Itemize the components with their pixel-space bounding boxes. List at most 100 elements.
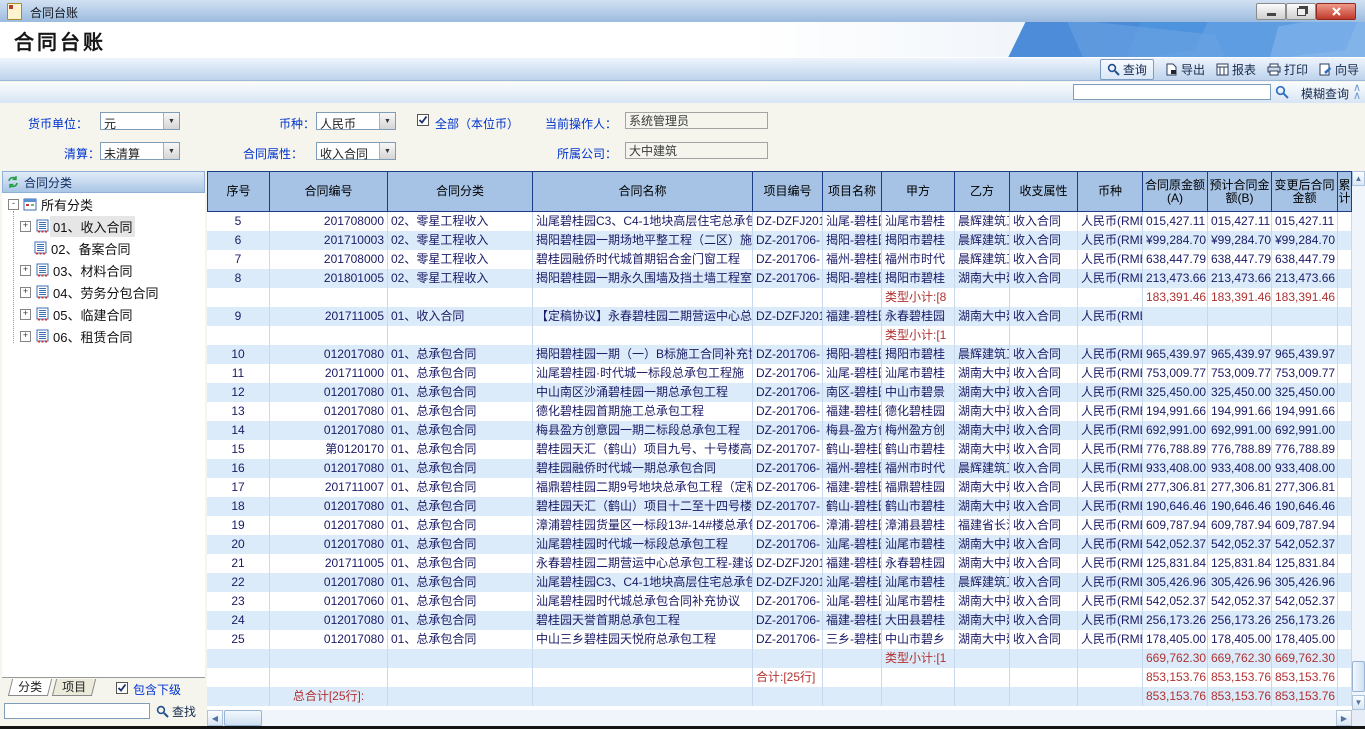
tab-category[interactable]: 分类 — [8, 679, 52, 696]
operator-field[interactable] — [625, 112, 768, 129]
cell-sn — [207, 326, 270, 345]
minimize-button[interactable] — [1256, 3, 1286, 20]
table-row[interactable]: 720170800002、零星工程收入碧桂园融侨时代城首期铝合金门窗工程DZ-2… — [207, 250, 1352, 269]
expand-box-icon[interactable]: + — [20, 265, 31, 276]
column-header[interactable]: 项目名称 — [823, 172, 882, 211]
settle-select[interactable]: 未清算 ▼ — [100, 142, 180, 160]
table-row[interactable]: 520170800002、零星工程收入汕尾碧桂园C3、C4-1地块高层住宅总承包… — [207, 212, 1352, 231]
collapse-panel-icon[interactable]: ∧∧ — [1351, 84, 1363, 100]
include-sublevel-checkbox[interactable] — [116, 682, 128, 694]
table-row[interactable]: 620171000302、零星工程收入揭阳碧桂园一期场地平整工程（二区）施DZ-… — [207, 231, 1352, 250]
table-row[interactable]: 1801201708001、总承包合同碧桂园天汇（鹤山）项目十二至十四号楼DZ-… — [207, 497, 1352, 516]
dropdown-arrow-icon[interactable]: ▼ — [163, 113, 179, 129]
currency-unit-select[interactable]: 元 ▼ — [100, 112, 180, 130]
table-row[interactable]: 2001201708001、总承包合同汕尾碧桂园时代城一标段总承包工程DZ-20… — [207, 535, 1352, 554]
table-row[interactable]: 1120171100001、总承包合同汕尾碧桂园·时代城一标段总承包工程施DZ-… — [207, 364, 1352, 383]
column-header[interactable]: 项目编号 — [753, 172, 823, 211]
table-subtotal-row[interactable]: 类型小计:[8183,391.46183,391.46183,391.46 — [207, 288, 1352, 307]
table-row[interactable]: 15第012017001、总承包合同碧桂园天汇（鹤山）项目九号、十号楼高DZ-2… — [207, 440, 1352, 459]
table-subtotal-row[interactable]: 类型小计:[1669,762.30669,762.30669,762.30 — [207, 649, 1352, 668]
column-header[interactable]: 变更后合同金额 — [1272, 172, 1338, 211]
all-base-currency-checkbox[interactable] — [417, 114, 429, 126]
column-header[interactable]: 合同名称 — [533, 172, 753, 211]
expand-box-icon[interactable]: + — [20, 221, 31, 232]
expand-box-icon[interactable]: + — [20, 331, 31, 342]
cell-pname: 汕尾-碧桂园 — [823, 212, 882, 231]
restore-button[interactable] — [1286, 3, 1316, 20]
collapse-box-icon[interactable]: - — [8, 199, 19, 210]
column-header[interactable]: 合同编号 — [270, 172, 388, 211]
cell-cum — [1338, 497, 1352, 516]
tree-item[interactable]: +04、劳务分包合同 — [2, 281, 205, 303]
expand-box-icon[interactable]: + — [20, 309, 31, 320]
wizard-button[interactable]: 向导 — [1319, 61, 1359, 78]
find-button[interactable]: 查找 — [156, 703, 196, 720]
dropdown-arrow-icon[interactable]: ▼ — [379, 143, 395, 159]
table-row[interactable]: 820180100502、零星工程收入揭阳碧桂园一期永久围墙及挡土墙工程室DZ-… — [207, 269, 1352, 288]
column-header[interactable]: 收支属性 — [1010, 172, 1078, 211]
horizontal-scroll-thumb[interactable] — [224, 710, 262, 726]
cell-cat: 02、零星工程收入 — [388, 212, 533, 231]
contract-attr-select[interactable]: 收入合同 ▼ — [316, 142, 396, 160]
column-header[interactable]: 合同原金额(A) — [1143, 172, 1208, 211]
column-header[interactable]: 乙方 — [955, 172, 1010, 211]
fuzzy-search-button[interactable]: 模糊查询 — [1301, 85, 1349, 102]
column-header[interactable]: 甲方 — [882, 172, 955, 211]
table-row[interactable]: 1720171100701、总承包合同福鼎碧桂园二期9号地块总承包工程（定稿DZ… — [207, 478, 1352, 497]
scroll-down-arrow[interactable]: ▼ — [1352, 695, 1365, 710]
expand-box-icon[interactable]: + — [20, 287, 31, 298]
cell-a: 965,439.97 — [1143, 345, 1208, 364]
vertical-scroll-thumb[interactable] — [1352, 661, 1365, 692]
table-grandtotal-row[interactable]: 总合计[25行]:853,153.76853,153.76853,153.76 — [207, 687, 1352, 706]
table-row[interactable]: 2401201708001、总承包合同碧桂园天誉首期总承包工程DZ-201706… — [207, 611, 1352, 630]
table-row[interactable]: 2501201708001、总承包合同中山三乡碧桂园天悦府总承包工程DZ-201… — [207, 630, 1352, 649]
dropdown-arrow-icon[interactable]: ▼ — [379, 113, 395, 129]
scroll-right-arrow[interactable]: ▶ — [1336, 710, 1352, 726]
column-header[interactable]: 合同分类 — [388, 172, 533, 211]
dropdown-arrow-icon[interactable]: ▼ — [163, 143, 179, 159]
table-row[interactable]: 2201201708001、总承包合同汕尾碧桂园C3、C4-1地块高层住宅总承包… — [207, 573, 1352, 592]
table-row[interactable]: 2120171100501、总承包合同永春碧桂园二期营运中心总承包工程-建设DZ… — [207, 554, 1352, 573]
tree-item[interactable]: +01、收入合同 — [2, 215, 205, 237]
scroll-left-arrow[interactable]: ◀ — [207, 710, 223, 726]
tree-root[interactable]: -所有分类 — [2, 193, 205, 215]
table-row[interactable]: 1001201708001、总承包合同揭阳碧桂园一期（一）B标施工合同补充协DZ… — [207, 345, 1352, 364]
table-row[interactable]: 920171100501、收入合同【定稿协议】永春碧桂园二期营运中心总DZ-DZ… — [207, 307, 1352, 326]
column-header[interactable]: 币种 — [1078, 172, 1143, 211]
table-row[interactable]: 1301201708001、总承包合同德化碧桂园首期施工总承包工程DZ-2017… — [207, 402, 1352, 421]
table-row[interactable]: 1401201708001、总承包合同梅县盈方创意园一期二标段总承包工程DZ-2… — [207, 421, 1352, 440]
cell-cum — [1338, 668, 1352, 687]
cell-cur: 人民币(RMB) — [1078, 630, 1143, 649]
print-button[interactable]: 打印 — [1267, 61, 1308, 78]
table-row[interactable]: 2301201706001、总承包合同汕尾碧桂园时代城总承包合同补充协议DZ-2… — [207, 592, 1352, 611]
table-row[interactable]: 1901201708001、总承包合同漳浦碧桂园货量区一标段13#-14#楼总承… — [207, 516, 1352, 535]
tab-project[interactable]: 项目 — [52, 679, 96, 696]
cell-c: 125,831.84 — [1272, 554, 1338, 573]
cell-c: 853,153.76 — [1272, 687, 1338, 706]
tree-find-input[interactable] — [4, 703, 150, 719]
currency-select[interactable]: 人民币 ▼ — [316, 112, 396, 130]
tree-item[interactable]: +05、临建合同 — [2, 303, 205, 325]
cell-io — [1010, 687, 1078, 706]
report-button[interactable]: 报表 — [1216, 61, 1256, 78]
tree-item[interactable]: +03、材料合同 — [2, 259, 205, 281]
table-subtotal-row[interactable]: 类型小计:[1 — [207, 326, 1352, 345]
table-row[interactable]: 1601201708001、总承包合同碧桂园融侨时代城一期总承包合同DZ-201… — [207, 459, 1352, 478]
column-header[interactable]: 累计 — [1338, 172, 1352, 211]
refresh-icon[interactable] — [7, 176, 19, 188]
fuzzy-search-icon[interactable] — [1275, 85, 1289, 99]
scroll-up-arrow[interactable]: ▲ — [1352, 171, 1365, 186]
close-button[interactable] — [1316, 3, 1356, 20]
tree-item[interactable]: 02、备案合同 — [2, 237, 205, 259]
table-total-row[interactable]: 合计:[25行]853,153.76853,153.76853,153.76 — [207, 668, 1352, 687]
cell-c: 753,009.77 — [1272, 364, 1338, 383]
search-input[interactable] — [1073, 84, 1271, 100]
column-header[interactable]: 序号 — [207, 172, 270, 211]
tree-item[interactable]: +06、租赁合同 — [2, 325, 205, 347]
export-button[interactable]: 导出 — [1165, 61, 1205, 78]
cell-c: 213,473.66 — [1272, 269, 1338, 288]
table-row[interactable]: 1201201708001、总承包合同中山南区沙涌碧桂园一期总承包工程DZ-20… — [207, 383, 1352, 402]
column-header[interactable]: 预计合同金额(B) — [1208, 172, 1272, 211]
query-button[interactable]: 查询 — [1100, 59, 1154, 80]
company-field[interactable] — [625, 142, 768, 159]
